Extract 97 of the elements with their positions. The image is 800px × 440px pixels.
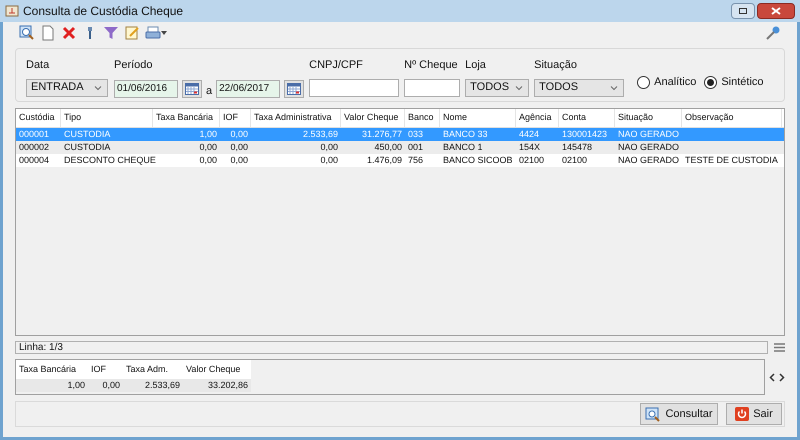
table-cell-text: 2.533,69 [302,128,339,141]
table-cell-text: 000001 [18,128,50,141]
window-title: Consulta de Custódia Cheque [23,3,184,20]
filter-icon[interactable] [103,25,119,41]
column-header[interactable]: IOF [220,109,251,127]
table-cell-text: BANCO 33 [442,128,489,141]
calendar-icon [287,82,302,95]
radio-option[interactable]: Sintético [704,74,764,90]
date-field[interactable]: 22/06/2017 [216,80,280,98]
field-label: Período [114,58,154,73]
column-header[interactable]: Agência [516,109,559,127]
power-icon [735,407,750,421]
table-cell-text: NAO GERADO [617,141,680,154]
table-cell-text: 0,00 [198,154,218,167]
table-cell-text: 033 [407,128,424,141]
table-cell-text: 02100 [518,154,546,167]
column-header[interactable]: Tipo [61,109,153,127]
range-separator: a [206,84,212,98]
table-cell-text: 0,00 [229,154,249,167]
caret-icon[interactable] [161,31,167,35]
table-cell-text: 4424 [518,128,540,141]
printer-icon[interactable] [145,25,161,41]
table-cell-text: CUSTODIA [63,128,112,141]
total-cell: 1,00 [16,379,88,392]
cheque-field[interactable] [404,78,460,96]
data-select[interactable]: ENTRADA [26,78,108,96]
table-cell-text: 000004 [18,154,50,167]
field-label: Loja [465,58,487,73]
column-header: IOF [88,360,123,379]
restore-icon [739,8,747,14]
total-cell: 2.533,69 [123,379,183,392]
field-label: CNPJ/CPF [309,58,364,73]
field-label: Situação [534,58,578,73]
calendar-icon [185,82,199,95]
close-button[interactable] [757,3,795,19]
column-header[interactable]: Taxa Administrativa [251,109,341,127]
situacao-select[interactable]: TODOS [534,78,624,96]
table-cell-text: 1.476,09 [366,154,403,167]
table-cell-text: 130001423 [561,128,608,141]
table-cell-text: 0,00 [319,141,339,154]
table-cell-text: 000002 [18,141,50,154]
total-cell: 33.202,86 [183,379,251,392]
close-icon [771,7,781,15]
table-row[interactable]: 000002 CUSTODIA 0,00 0,00 0,00 450,00 001 BANCO 1 154X 145478 NAO GERADO [16,141,784,154]
column-header[interactable]: Conta [559,109,615,127]
chevron-left-icon[interactable] [769,372,775,382]
table-cell-text: NAO GERADO [617,128,680,141]
exit-button[interactable]: Sair [726,403,782,425]
column-header[interactable]: Nome [440,109,516,127]
table-cell-text: 145478 [561,141,594,154]
delete-icon[interactable] [61,25,77,41]
table-cell-text: 02100 [561,154,588,167]
column-header: Taxa Adm. [123,360,183,379]
table-cell-text: 1,00 [198,128,218,141]
search-icon [645,406,662,422]
table-row[interactable]: 000004 DESCONTO CHEQUE 0,00 0,00 0,00 1.476,09 756 BANCO SICOOB 02100 02100 NAO GERADO TESTE DE CUSTODIA [16,154,784,167]
table-cell-text: TESTE DE CUSTODIA [684,154,779,167]
table-cell-text: 756 [407,154,424,167]
column-header[interactable]: Valor Cheque [341,109,405,127]
field-label: Data [26,58,50,73]
table-cell-text: DESCONTO CHEQUE [63,154,153,167]
consult-button[interactable]: Consultar [640,403,718,425]
column-header[interactable]: Taxa Bancária [153,109,220,127]
table-cell-text: 0,00 [229,128,249,141]
chevron-right-icon[interactable] [779,372,785,382]
menu-icon[interactable] [774,343,785,352]
table-cell-text: BANCO SICOOB [442,154,514,167]
total-cell: 0,00 [88,379,123,392]
table-cell-text: 0,00 [319,154,339,167]
calendar-button[interactable] [284,80,304,98]
table-cell-text: BANCO 1 [442,141,484,154]
table-cell-text: 0,00 [229,141,249,154]
column-header: Taxa Bancária [16,360,88,379]
column-header[interactable]: Custódia [16,109,61,127]
date-field[interactable]: 01/06/2016 [114,80,178,98]
field-label: Nº Cheque [404,58,459,73]
table-cell-text: 154X [518,141,542,154]
search-icon[interactable] [19,25,35,41]
column-header: Valor Cheque [183,360,251,379]
app-icon [5,4,19,18]
edit-icon[interactable] [124,25,140,41]
column-header[interactable]: Observação [682,109,782,127]
table-cell-text: NAO GERADO [617,154,680,167]
table-cell-text: 0,00 [198,141,218,154]
table-cell-text: 31.276,77 [360,128,403,141]
table-cell-text: 001 [407,141,424,154]
column-header[interactable]: Situação [615,109,682,127]
document-icon[interactable] [40,25,56,41]
table-cell-text: 450,00 [373,141,403,154]
column-header[interactable]: Banco [405,109,440,127]
table-cell-text: CUSTODIA [63,141,112,154]
cnpj-field[interactable] [309,78,400,96]
restore-button[interactable] [731,3,755,19]
radio-option[interactable]: Analítico [637,74,696,90]
calendar-button[interactable] [182,80,202,98]
loja-select[interactable]: TODOS [465,78,530,96]
status-bar: Linha: 1/3 [15,341,768,354]
